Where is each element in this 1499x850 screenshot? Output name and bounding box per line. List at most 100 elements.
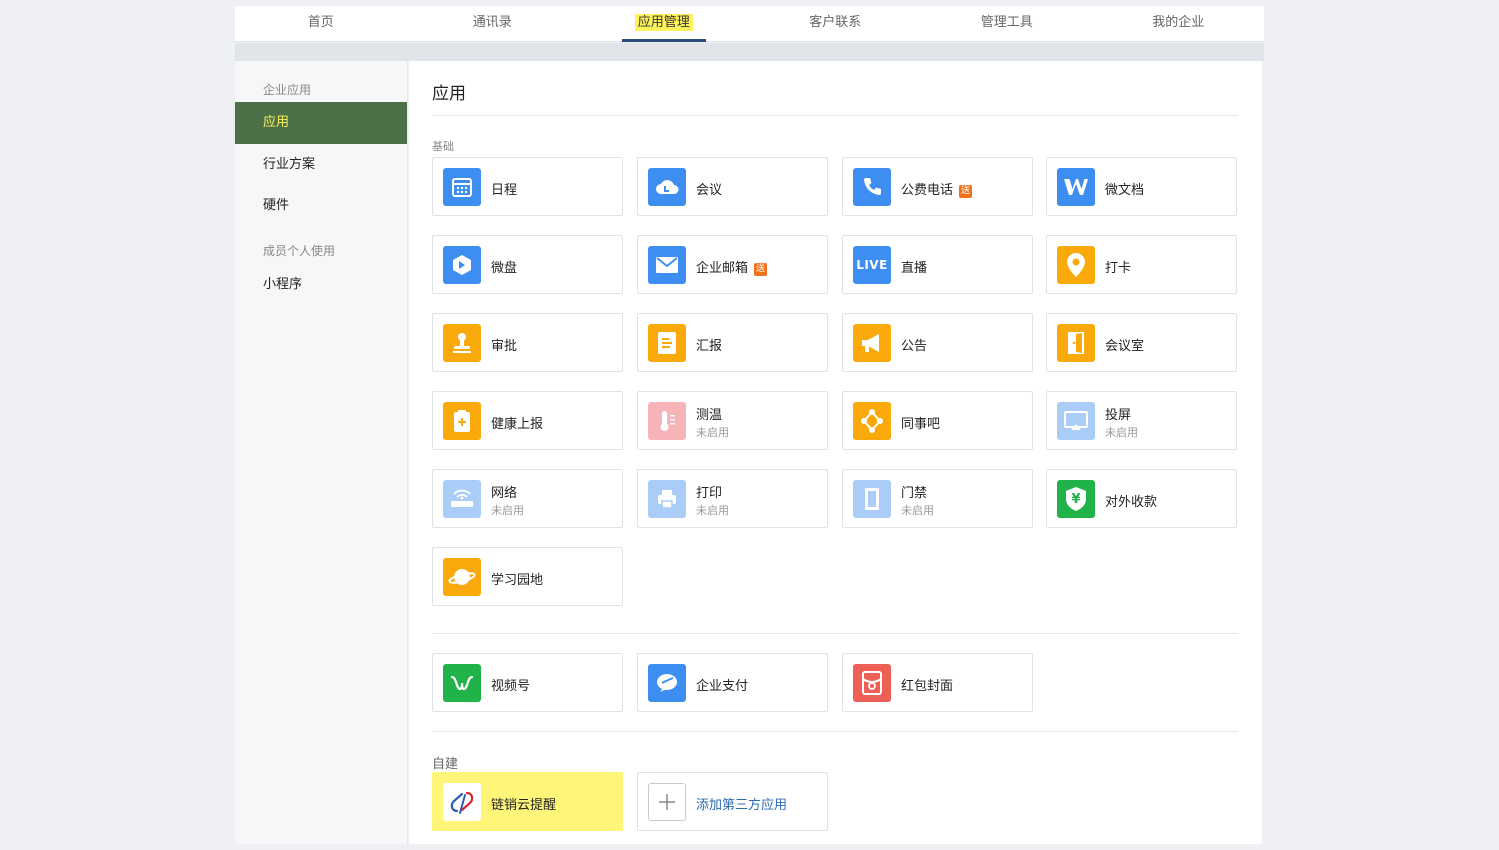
app-card-report[interactable]: 汇报 — [637, 313, 828, 372]
printer-icon — [648, 480, 686, 518]
app-name: 公费电话送 — [901, 179, 973, 198]
app-card-channels[interactable]: 视频号 — [432, 653, 623, 712]
app-card-linkxiao-reminder[interactable]: 链销云提醒 — [432, 772, 623, 831]
mail-icon — [648, 246, 686, 284]
gift-badge: 送 — [754, 263, 768, 276]
location-pin-icon — [1057, 246, 1095, 284]
door-icon — [1057, 324, 1095, 362]
app-card-temperature[interactable]: 测温 未启用 — [637, 391, 828, 450]
app-name: 同事吧 — [901, 417, 941, 432]
live-icon-text: LIVE — [856, 258, 888, 272]
sidebar-group-enterprise-apps: 企业应用 — [263, 83, 312, 97]
app-card-print[interactable]: 打印 未启用 — [637, 469, 828, 528]
app-card-micro-drive[interactable]: 微盘 — [432, 235, 623, 294]
app-card-approval[interactable]: 审批 — [432, 313, 623, 372]
app-name: 添加第三方应用 — [696, 798, 788, 813]
app-name: 微文档 — [1105, 183, 1145, 198]
sidebar-group-personal-use: 成员个人使用 — [263, 244, 336, 258]
app-card-enterprise-pay[interactable]: 企业支付 — [637, 653, 828, 712]
app-status: 未启用 — [491, 504, 524, 517]
tab-label: 通讯录 — [472, 15, 512, 30]
divider — [432, 731, 1238, 732]
app-name: 微盘 — [491, 261, 518, 276]
tab-management-tools[interactable]: 管理工具 — [921, 6, 1093, 41]
tab-label: 首页 — [307, 15, 334, 30]
app-card-enterprise-mail[interactable]: 企业邮箱送 — [637, 235, 828, 294]
app-name: 会议室 — [1105, 339, 1145, 354]
app-card-micro-doc[interactable]: 微文档 — [1046, 157, 1237, 216]
app-name: 红包封面 — [901, 679, 954, 694]
app-name: 健康上报 — [491, 417, 544, 432]
tab-app-management[interactable]: 应用管理 — [578, 6, 750, 42]
tab-label: 我的企业 — [1152, 15, 1205, 30]
app-card-external-payment[interactable]: ¥ 对外收款 — [1046, 469, 1237, 528]
app-card-health-report[interactable]: 健康上报 — [432, 391, 623, 450]
sidebar: 企业应用 应用 行业方案 硬件 成员个人使用 小程序 — [235, 61, 408, 844]
router-icon — [443, 480, 481, 518]
tab-customer-contact[interactable]: 客户联系 — [750, 6, 922, 41]
yuan-shield-icon: ¥ — [1057, 480, 1095, 518]
thermometer-icon — [648, 402, 686, 440]
app-card-public-phone[interactable]: 公费电话送 — [842, 157, 1033, 216]
app-card-learning-garden[interactable]: 学习园地 — [432, 547, 623, 606]
app-card-meeting-room[interactable]: 会议室 — [1046, 313, 1237, 372]
app-status: 未启用 — [696, 504, 729, 517]
yuan-glyph: ¥ — [1071, 491, 1081, 507]
app-name: 门禁 — [901, 486, 928, 501]
channels-icon — [443, 664, 481, 702]
main-panel: 应用 基础 日程 会议 公费电话送 微文档 微盘 企业邮箱 送 LIVE 直播 … — [409, 61, 1262, 844]
w-doc-icon — [1057, 168, 1095, 206]
tab-label: 客户联系 — [809, 15, 862, 30]
tab-home[interactable]: 首页 — [235, 6, 407, 41]
tab-label: 应用管理 — [634, 14, 693, 31]
app-card-schedule[interactable]: 日程 — [432, 157, 623, 216]
divider — [432, 115, 1238, 116]
section-label-custom: 自建 — [432, 757, 459, 772]
report-icon — [648, 324, 686, 362]
app-card-meeting[interactable]: 会议 — [637, 157, 828, 216]
sidebar-item-mini-programs[interactable]: 小程序 — [235, 264, 407, 306]
app-card-screen-cast[interactable]: 投屏 未启用 — [1046, 391, 1237, 450]
drive-icon — [443, 246, 481, 284]
app-name: 打卡 — [1105, 261, 1132, 276]
app-name: 对外收款 — [1105, 495, 1158, 510]
sidebar-item-hardware[interactable]: 硬件 — [235, 185, 407, 227]
page-title: 应用 — [432, 84, 466, 104]
app-card-network[interactable]: 网络 未启用 — [432, 469, 623, 528]
red-envelope-icon — [853, 664, 891, 702]
app-name-text: 企业邮箱 — [696, 261, 749, 276]
planet-icon — [443, 558, 481, 596]
app-card-announcement[interactable]: 公告 — [842, 313, 1033, 372]
phone-icon — [853, 168, 891, 206]
tab-my-company[interactable]: 我的企业 — [1093, 6, 1265, 41]
section-label-basic: 基础 — [432, 140, 454, 153]
sidebar-item-industry-solutions[interactable]: 行业方案 — [235, 144, 407, 186]
app-name: 学习园地 — [491, 573, 544, 588]
app-name: 测温 — [696, 408, 723, 423]
add-third-party-app-button[interactable]: 添加第三方应用 — [637, 772, 828, 831]
app-name: 投屏 — [1105, 408, 1132, 423]
app-card-check-in[interactable]: 打卡 — [1046, 235, 1237, 294]
sidebar-item-apps[interactable]: 应用 — [235, 102, 407, 144]
app-name: 公告 — [901, 339, 928, 354]
app-name: 企业支付 — [696, 679, 749, 694]
app-name: 会议 — [696, 183, 723, 198]
app-name: 日程 — [491, 183, 518, 198]
app-card-live[interactable]: LIVE 直播 — [842, 235, 1033, 294]
app-name-text: 公费电话 — [901, 183, 954, 198]
top-nav: 首页 通讯录 应用管理 客户联系 管理工具 我的企业 — [235, 6, 1264, 42]
app-card-colleague-bar[interactable]: 同事吧 — [842, 391, 1033, 450]
header-divider-bar — [235, 43, 1264, 61]
tab-contacts[interactable]: 通讯录 — [407, 6, 579, 41]
stamp-icon — [443, 324, 481, 362]
app-card-red-envelope-cover[interactable]: 红包封面 — [842, 653, 1033, 712]
gift-badge: 送 — [959, 185, 973, 198]
app-status: 未启用 — [1105, 426, 1138, 439]
pay-icon — [648, 664, 686, 702]
live-icon: LIVE — [853, 246, 891, 284]
health-clipboard-icon — [443, 402, 481, 440]
app-card-access-control[interactable]: 门禁 未启用 — [842, 469, 1033, 528]
app-name: 视频号 — [491, 679, 531, 694]
screen-cast-icon — [1057, 402, 1095, 440]
plus-icon — [648, 783, 686, 821]
